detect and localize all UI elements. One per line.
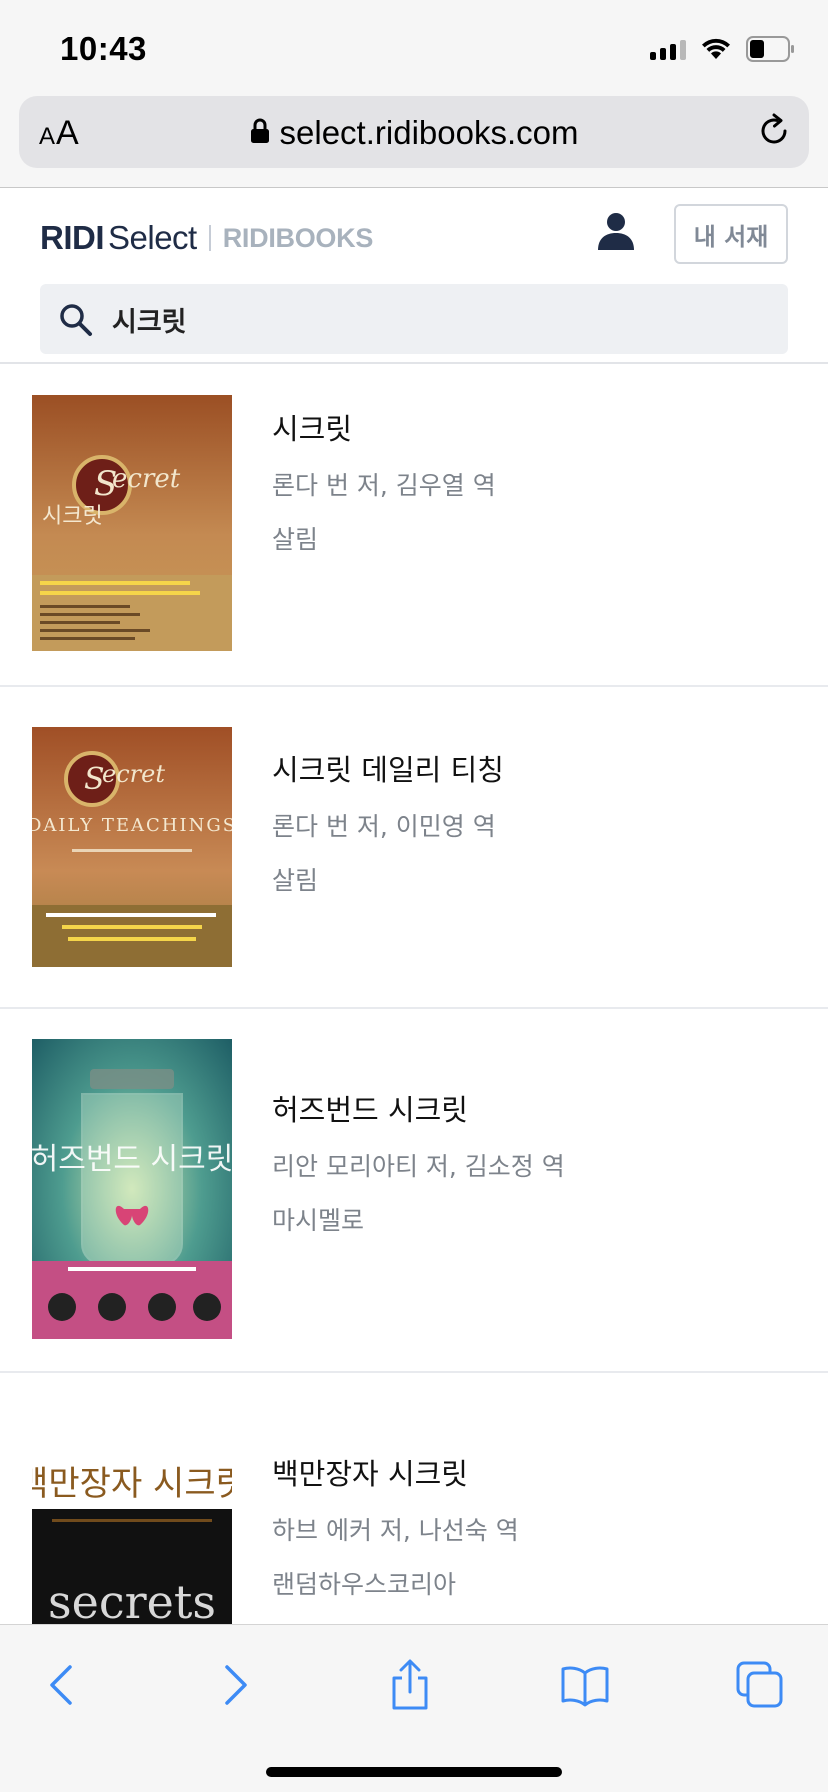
book-publisher: 랜덤하우스코리아 bbox=[272, 1570, 457, 1599]
search-input[interactable] bbox=[112, 284, 752, 354]
address-bar[interactable]: AA select.ridibooks.com bbox=[19, 96, 809, 168]
search-results-list: S ecret 시크릿 시크릿 론다 번 저, 김우열 역 살림 S ecret… bbox=[0, 364, 828, 1633]
wifi-icon bbox=[700, 37, 732, 61]
ridi-select-logo[interactable]: RIDI Select RIDIBOOKS bbox=[40, 214, 373, 262]
book-info: 백만장자 시크릿 하브 에커 저, 나선숙 역 랜덤하우스코리아 bbox=[272, 1451, 519, 1601]
back-icon[interactable] bbox=[31, 1655, 91, 1715]
cover-subtitle-text: secrets bbox=[48, 1575, 216, 1629]
search-box[interactable] bbox=[40, 284, 788, 354]
site-header: RIDI Select RIDIBOOKS 내 서재 bbox=[0, 188, 828, 364]
book-cover[interactable]: 허즈번드 시크릿 bbox=[32, 1039, 232, 1339]
logo-divider bbox=[208, 225, 211, 251]
reload-icon[interactable] bbox=[755, 112, 793, 155]
tabs-icon[interactable] bbox=[730, 1655, 790, 1715]
home-indicator bbox=[266, 1767, 562, 1777]
book-title[interactable]: 시크릿 bbox=[272, 406, 496, 448]
cellular-signal-icon bbox=[650, 38, 686, 60]
book-publisher: 마시멜로 bbox=[272, 1206, 365, 1235]
url-text: select.ridibooks.com bbox=[279, 114, 579, 151]
book-info: 허즈번드 시크릿 리안 모리아티 저, 김소정 역 마시멜로 bbox=[272, 1087, 565, 1237]
logo-product: Select bbox=[108, 219, 197, 256]
svg-text:ecret: ecret bbox=[112, 464, 181, 494]
book-authors: 하브 에커 저, 나선숙 역 bbox=[272, 1516, 519, 1545]
book-cover[interactable]: 백만장자 시크릿 secrets bbox=[32, 1403, 232, 1633]
ridibooks-link[interactable]: RIDIBOOKS bbox=[223, 223, 374, 254]
cover-title-text: 허즈번드 시크릿 bbox=[32, 1142, 232, 1177]
book-info: 시크릿 론다 번 저, 김우열 역 살림 bbox=[272, 406, 496, 556]
cover-title-text: DAILY TEACHINGS bbox=[32, 815, 232, 836]
battery-icon bbox=[746, 36, 796, 62]
bookmarks-icon[interactable] bbox=[555, 1655, 615, 1715]
book-result-item[interactable]: S ecret 시크릿 시크릿 론다 번 저, 김우열 역 살림 bbox=[0, 364, 828, 687]
book-result-item[interactable]: 백만장자 시크릿 secrets 백만장자 시크릿 하브 에커 저, 나선숙 역… bbox=[0, 1373, 828, 1633]
lock-icon bbox=[250, 118, 270, 149]
status-time: 10:43 bbox=[60, 30, 147, 67]
forward-icon[interactable] bbox=[206, 1655, 266, 1715]
book-publisher: 살림 bbox=[272, 866, 319, 895]
book-title[interactable]: 시크릿 데일리 티칭 bbox=[272, 747, 504, 789]
book-result-item[interactable]: S ecret DAILY TEACHINGS 시크릿 데일리 티칭 론다 번 … bbox=[0, 687, 828, 1009]
book-title[interactable]: 백만장자 시크릿 bbox=[272, 1451, 519, 1493]
svg-text:ecret: ecret bbox=[102, 760, 165, 788]
user-icon[interactable] bbox=[594, 210, 638, 259]
share-icon[interactable] bbox=[380, 1655, 440, 1715]
cover-title-text: 백만장자 시크릿 bbox=[32, 1464, 232, 1504]
cover-title-text: 시크릿 bbox=[42, 504, 103, 529]
book-cover[interactable]: S ecret DAILY TEACHINGS bbox=[32, 727, 232, 967]
search-icon bbox=[58, 302, 94, 343]
book-title[interactable]: 허즈번드 시크릿 bbox=[272, 1087, 565, 1129]
my-library-button[interactable]: 내 서재 bbox=[674, 204, 788, 264]
book-result-item[interactable]: 허즈번드 시크릿 허즈번드 시크릿 리안 모리아티 저, 김소정 역 마시멜로 bbox=[0, 1009, 828, 1373]
book-publisher: 살림 bbox=[272, 525, 319, 554]
status-bar: 10:43 bbox=[0, 0, 828, 96]
browser-toolbar bbox=[0, 1624, 828, 1792]
url-display[interactable]: select.ridibooks.com bbox=[19, 114, 809, 152]
book-authors: 리안 모리아티 저, 김소정 역 bbox=[272, 1152, 565, 1181]
browser-address-area: AA select.ridibooks.com bbox=[0, 96, 828, 188]
logo-brand: RIDI bbox=[40, 219, 105, 256]
book-cover[interactable]: S ecret 시크릿 bbox=[32, 395, 232, 651]
book-authors: 론다 번 저, 이민영 역 bbox=[272, 812, 496, 841]
book-info: 시크릿 데일리 티칭 론다 번 저, 이민영 역 살림 bbox=[272, 747, 504, 897]
book-authors: 론다 번 저, 김우열 역 bbox=[272, 471, 496, 500]
status-icons bbox=[650, 34, 796, 64]
